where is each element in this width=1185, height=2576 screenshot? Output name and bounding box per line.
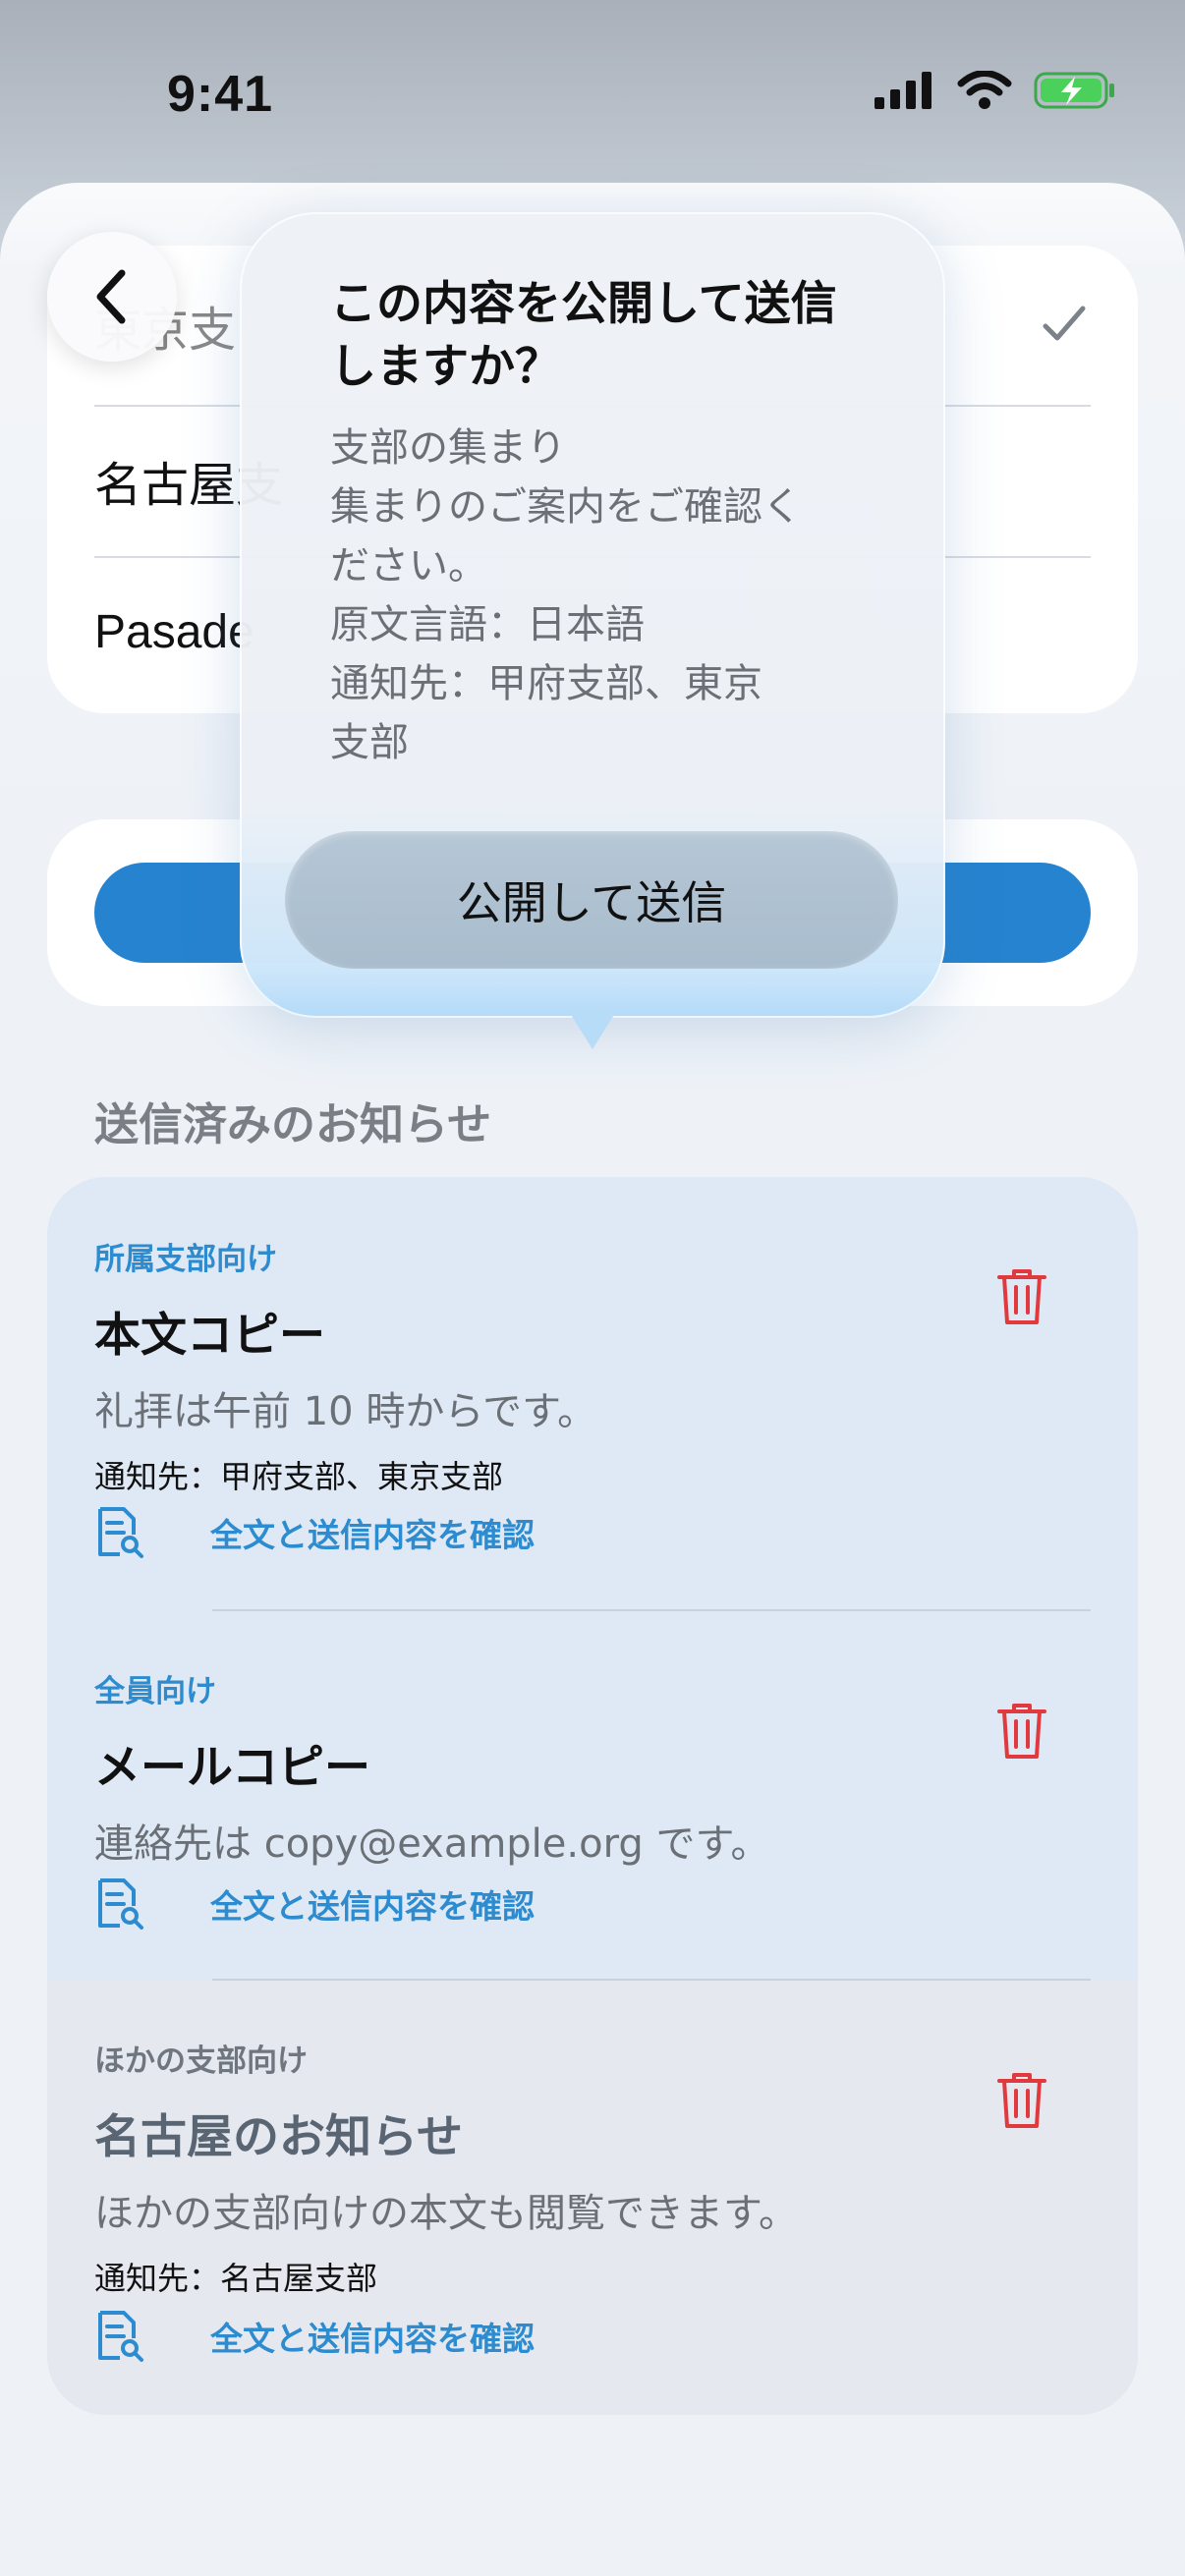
notice-destination: 通知先：名古屋支部 bbox=[94, 2260, 378, 2297]
popover-arrow bbox=[568, 1010, 617, 1049]
document-search-icon bbox=[98, 1878, 143, 1930]
popover-line: 支部の集まり bbox=[330, 425, 566, 471]
status-bar: 9:41 bbox=[0, 0, 1185, 187]
popover-body: 支部の集まり 集まりのご案内をご確認く ださい。 原文言語：日本語 通知先：甲府… bbox=[330, 419, 851, 772]
notice-tag: 所属支部向け bbox=[94, 1242, 277, 1277]
view-details-label: 全文と送信内容を確認 bbox=[210, 1516, 535, 1554]
notice-body: ほかの支部向けの本文も閲覧できます。 bbox=[94, 2191, 798, 2236]
signal-icon bbox=[875, 72, 931, 109]
back-button[interactable] bbox=[47, 232, 177, 362]
sent-notices-list: 所属支部向け 本文コピー 礼拝は午前 10 時からです。 通知先：甲府支部、東京… bbox=[47, 1177, 1138, 2415]
notice-body: 連絡先は copy@example.org です。 bbox=[94, 1821, 770, 1867]
trash-icon[interactable] bbox=[996, 1267, 1047, 1326]
trash-icon[interactable] bbox=[996, 1702, 1047, 1761]
notice-tag: ほかの支部向け bbox=[94, 2044, 308, 2079]
notice-item[interactable]: ほかの支部向け 名古屋のお知らせ ほかの支部向けの本文も閲覧できます。 通知先：… bbox=[47, 1981, 1138, 2415]
wifi-icon bbox=[957, 71, 1012, 109]
confirm-popover: この内容を公開して送信しますか？ 支部の集まり 集まりのご案内をご確認く ださい… bbox=[240, 212, 945, 1018]
status-icons bbox=[875, 71, 1116, 110]
notice-title: 本文コピー bbox=[94, 1309, 325, 1363]
view-details-link[interactable]: 全文と送信内容を確認 bbox=[94, 1876, 535, 1932]
trash-icon[interactable] bbox=[996, 2071, 1047, 2130]
checkmark-icon bbox=[1043, 306, 1086, 341]
status-time: 9:41 bbox=[167, 66, 274, 123]
notice-body: 礼拝は午前 10 時からです。 bbox=[94, 1389, 597, 1434]
confirm-publish-button[interactable]: 公開して送信 bbox=[285, 831, 898, 969]
popover-line: 支部 bbox=[330, 720, 409, 765]
popover-line: ださい。 bbox=[330, 543, 487, 588]
chevron-left-icon bbox=[96, 269, 126, 324]
popover-line: 原文言語：日本語 bbox=[330, 602, 645, 647]
notice-destination: 通知先：甲府支部、東京支部 bbox=[94, 1458, 504, 1495]
popover-title: この内容を公開して送信しますか？ bbox=[330, 277, 837, 394]
popover-line: 通知先：甲府支部、東京 bbox=[330, 661, 762, 706]
notice-tag: 全員向け bbox=[94, 1674, 216, 1709]
notice-title: メールコピー bbox=[94, 1741, 371, 1795]
document-search-icon bbox=[98, 2311, 143, 2362]
view-details-label: 全文と送信内容を確認 bbox=[210, 1887, 535, 1926]
section-title-sent: 送信済みのお知らせ bbox=[94, 1098, 492, 1150]
notice-item[interactable]: 所属支部向け 本文コピー 礼拝は午前 10 時からです。 通知先：甲府支部、東京… bbox=[47, 1177, 1138, 1611]
battery-charging-icon bbox=[1034, 72, 1114, 109]
view-details-link[interactable]: 全文と送信内容を確認 bbox=[94, 2309, 535, 2364]
popover-line: 集まりのご案内をご確認く bbox=[330, 484, 802, 530]
notice-title: 名古屋のお知らせ bbox=[94, 2110, 464, 2164]
branch-label: Pasade bbox=[94, 605, 254, 658]
notice-item[interactable]: 全員向け メールコピー 連絡先は copy@example.org です。 全文… bbox=[47, 1611, 1138, 1981]
view-details-link[interactable]: 全文と送信内容を確認 bbox=[94, 1505, 535, 1560]
view-details-label: 全文と送信内容を確認 bbox=[210, 2320, 535, 2358]
document-search-icon bbox=[98, 1507, 143, 1558]
